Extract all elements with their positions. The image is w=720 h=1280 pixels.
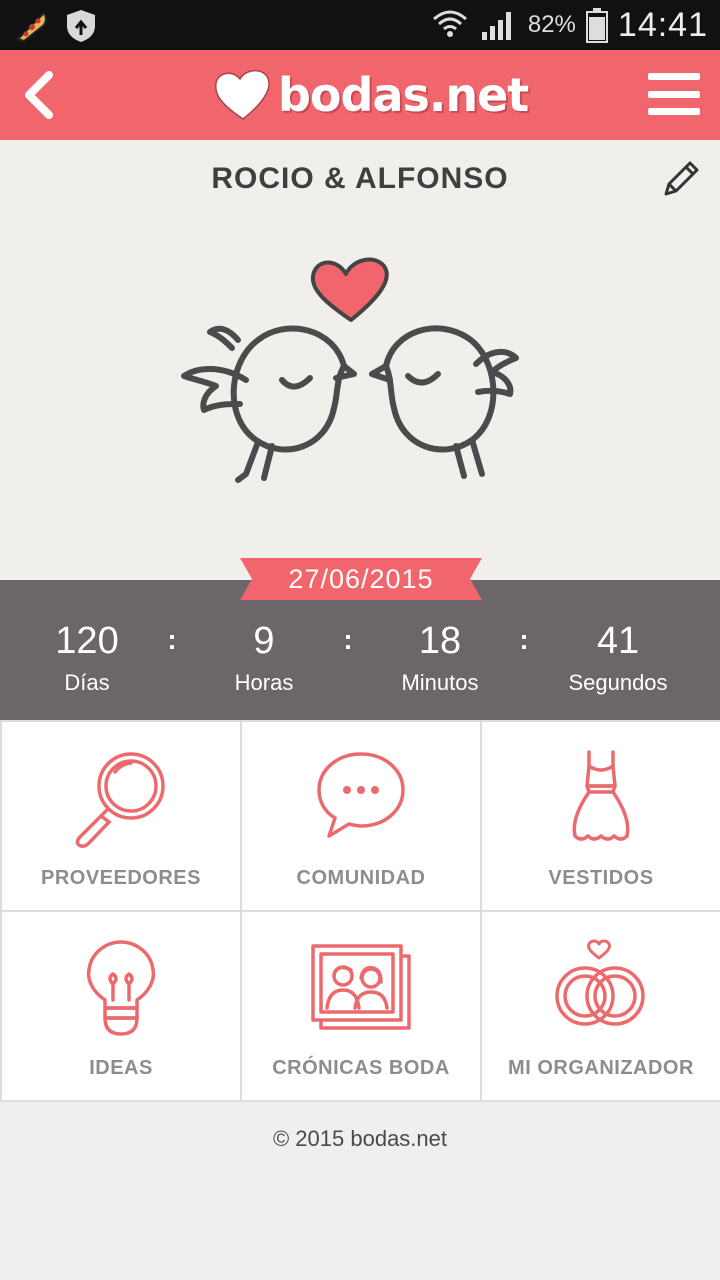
countdown-label: Minutos [401,670,479,695]
heart-logo-icon [214,69,270,120]
menu-button[interactable] [648,70,700,118]
countdown-label: Días [64,670,110,695]
clock: 14:41 [617,5,708,44]
tile-label: COMUNIDAD [296,867,426,889]
countdown-days: 120 Días [2,618,172,696]
wedding-date-ribbon: 27/06/2015 [240,558,482,604]
tile-label: IDEAS [89,1057,153,1079]
couple-name: ROCIO & ALFONSO [211,162,509,195]
dress-icon [572,750,630,841]
tile-label: MI ORGANIZADOR [508,1057,694,1079]
feature-grid: PROVEEDORES COMUNIDAD VESTIDOS IDEAS CRÓ… [0,720,720,1102]
photo-album-icon [311,944,411,1030]
hamburger-line [648,90,700,98]
pizza-icon [16,11,47,43]
shield-icon [67,10,95,42]
hero-section: ROCIO & ALFONSO [0,140,720,580]
signal-icon [481,12,511,40]
back-button[interactable] [18,68,58,122]
wedding-date: 27/06/2015 [288,564,434,594]
copyright-text: © 2015 bodas.net [272,1126,447,1151]
back-arrow-icon [25,71,53,119]
hamburger-line [648,73,700,80]
notification-icons [14,8,98,44]
brand-logo: bodas.net [212,60,529,130]
countdown-seconds: 41 Segundos [533,618,703,696]
kissing-birds-illustration [181,257,519,483]
battery-icon [585,8,608,43]
countdown-hours: 9 Horas [179,618,349,696]
tile-ideas[interactable]: IDEAS [2,912,240,1100]
hamburger-line [648,108,700,115]
countdown-minutes: 18 Minutos [355,618,525,696]
magnifier-icon [75,752,165,848]
countdown-value: 9 [253,620,275,662]
tile-label: CRÓNICAS BODA [272,1057,450,1079]
battery-percentage: 82% [527,11,576,38]
tile-comunidad[interactable]: COMUNIDAD [242,722,480,910]
countdown-value: 120 [55,620,119,662]
tile-cronicas-boda[interactable]: CRÓNICAS BODA [242,912,480,1100]
pencil-icon [664,161,699,196]
app-header: bodas.net [0,50,720,140]
tile-label: VESTIDOS [548,867,654,889]
footer: © 2015 bodas.net [0,1102,720,1280]
heart-icon [310,257,389,322]
tile-mi-organizador[interactable]: MI ORGANIZADOR [482,912,720,1100]
countdown-label: Segundos [568,670,668,695]
wifi-icon [432,10,467,37]
tile-proveedores[interactable]: PROVEEDORES [2,722,240,910]
tile-label: PROVEEDORES [41,867,201,889]
chat-bubble-icon [317,752,405,838]
countdown-label: Horas [234,670,294,695]
status-bar: 82% 14:41 [0,0,720,50]
countdown-value: 18 [418,620,462,662]
system-icons: 82% 14:41 [430,0,708,50]
edit-button[interactable] [660,158,702,200]
tile-vestidos[interactable]: VESTIDOS [482,722,720,910]
countdown-separator: : [519,624,529,655]
lightbulb-icon [86,940,156,1036]
countdown-value: 41 [596,620,640,662]
logo-text: bodas.net [278,68,529,122]
rings-icon [555,939,645,1026]
